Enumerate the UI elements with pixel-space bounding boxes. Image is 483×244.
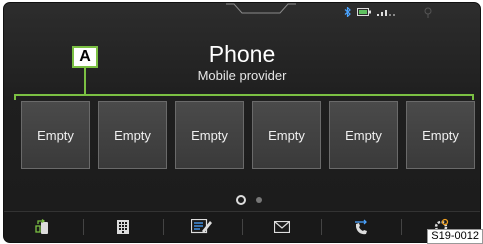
phone-transfer-icon [35, 218, 48, 234]
call-list-icon [354, 219, 367, 235]
figure-code: S19-0012 [427, 229, 483, 244]
favorite-slot-label: Empty [422, 127, 459, 143]
favorite-slot[interactable]: Empty [21, 101, 90, 169]
callout-bracket [14, 94, 474, 100]
page-indicator [236, 195, 262, 205]
wireless-charging-icon [424, 7, 432, 18]
favorites-row: Empty Empty Empty Empty Empty Empty [21, 101, 477, 170]
status-notch [226, 3, 296, 14]
bottom-nav [4, 211, 480, 242]
favorite-slot[interactable]: Empty [98, 101, 167, 169]
keypad-icon [116, 220, 129, 234]
favorite-slot[interactable]: Empty [252, 101, 321, 169]
nav-messages[interactable] [241, 212, 321, 242]
favorite-slot-label: Empty [345, 127, 382, 143]
favorite-slot[interactable]: Empty [406, 101, 475, 169]
bluetooth-icon [344, 7, 351, 17]
status-bar [4, 3, 480, 21]
favorite-slot-label: Empty [37, 127, 74, 143]
favorite-slot-label: Empty [268, 127, 305, 143]
nav-contacts[interactable] [162, 212, 242, 242]
favorite-slot-label: Empty [191, 127, 228, 143]
nav-call-list[interactable] [321, 212, 400, 242]
phone-screen: Phone Mobile provider A Empty Empty Empt… [3, 2, 481, 243]
favorite-slot[interactable]: Empty [175, 101, 244, 169]
favorite-slot-label: Empty [114, 127, 151, 143]
favorite-slot[interactable]: Empty [329, 101, 398, 169]
message-icon [273, 221, 290, 233]
signal-strength-icon [377, 10, 395, 16]
battery-icon [357, 8, 371, 16]
status-icons [344, 7, 433, 18]
nav-keypad[interactable] [83, 212, 162, 242]
page-dot[interactable] [256, 197, 262, 203]
callout-label: A [72, 46, 98, 68]
contacts-icon [191, 219, 213, 234]
callout-line [84, 68, 86, 96]
provider-name: Mobile provider [197, 68, 287, 83]
nav-phone-transfer[interactable] [4, 212, 83, 242]
page-dot-active[interactable] [236, 195, 246, 205]
